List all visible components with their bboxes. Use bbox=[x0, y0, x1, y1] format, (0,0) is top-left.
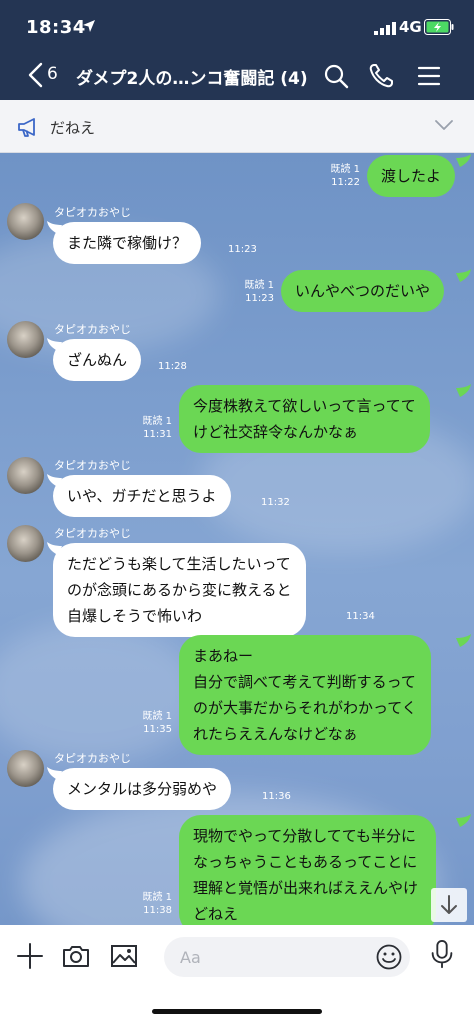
bubble-tail bbox=[47, 767, 62, 780]
bubble-tail bbox=[47, 221, 62, 234]
message-time: 11:38 bbox=[143, 905, 172, 916]
message-line: まあねー bbox=[193, 647, 254, 665]
message-meta: 既読 1 11:35 bbox=[142, 710, 172, 736]
read-receipt: 既読 1 bbox=[142, 711, 172, 722]
message-line: 理解と覚悟が出来ればええんやけ bbox=[193, 879, 419, 897]
message-time: 11:23 bbox=[228, 244, 257, 255]
sender-name: タピオカおやじ bbox=[54, 527, 131, 540]
avatar[interactable] bbox=[7, 525, 44, 562]
sender-name: タピオカおやじ bbox=[54, 323, 131, 336]
status-bar: 18:34 4G bbox=[0, 0, 474, 52]
chat-area[interactable]: 既読 1 11:22 渡したよ タピオカおやじ また隣で稼働け？ 11:23 既… bbox=[0, 153, 474, 925]
message-line: れたらええんなけどなぁ bbox=[193, 725, 358, 743]
megaphone-icon bbox=[18, 118, 35, 137]
location-arrow-icon bbox=[83, 20, 95, 32]
message-line: いや、ガチだと思うよ bbox=[67, 487, 217, 505]
message-line: 自爆しそうで怖いわ bbox=[67, 607, 203, 625]
message-line: なっちゃうこともあるってことに bbox=[193, 853, 418, 871]
avatar[interactable] bbox=[7, 203, 44, 240]
camera-icon[interactable] bbox=[61, 941, 91, 971]
message-meta: 既読 1 11:22 bbox=[330, 163, 360, 189]
network-type: 4G bbox=[399, 18, 422, 36]
bubble-tail bbox=[456, 154, 471, 167]
announcement-text: だねえ bbox=[50, 119, 96, 137]
input-bar bbox=[0, 925, 474, 1024]
avatar[interactable] bbox=[7, 321, 44, 358]
message-bubble-theirs[interactable]: ただどうも楽して生活したいって のが念頭にあるから変に教えると 自爆しそうで怖い… bbox=[53, 543, 306, 637]
message-line: 今度株教えて欲しいって言ってて bbox=[193, 397, 416, 415]
message-line: のが大事だからそれがわかってく bbox=[193, 699, 417, 717]
image-icon[interactable] bbox=[109, 941, 139, 971]
bubble-tail bbox=[47, 338, 62, 351]
phone-icon[interactable] bbox=[367, 62, 395, 90]
sender-name: タピオカおやじ bbox=[54, 752, 131, 765]
message-bubble-theirs[interactable]: メンタルは多分弱めや bbox=[53, 768, 232, 810]
message-time: 11:22 bbox=[331, 177, 360, 188]
message-line: いんやべつのだいや bbox=[295, 282, 431, 300]
arrow-down-icon bbox=[441, 895, 457, 914]
message-meta: 既読 1 11:23 bbox=[244, 279, 274, 305]
bubble-tail bbox=[456, 814, 471, 827]
message-time: 11:31 bbox=[143, 429, 172, 440]
message-line: どねえ bbox=[193, 905, 239, 923]
unread-count[interactable]: 6 bbox=[47, 64, 58, 84]
message-bubble-mine[interactable]: まあねー 自分で調べて考えて判断するって のが大事だからそれがわかってく れたら… bbox=[179, 635, 431, 755]
mic-icon[interactable] bbox=[427, 939, 457, 969]
bubble-tail bbox=[47, 474, 62, 487]
avatar[interactable] bbox=[7, 457, 44, 494]
message-bubble-mine[interactable]: 今度株教えて欲しいって言ってて けど社交辞令なんかなぁ bbox=[179, 385, 430, 453]
plus-icon[interactable] bbox=[15, 941, 45, 971]
background-cloud bbox=[0, 623, 200, 763]
message-time: 11:28 bbox=[158, 361, 187, 372]
read-receipt: 既読 1 bbox=[142, 416, 172, 427]
back-icon[interactable] bbox=[26, 62, 44, 88]
message-input[interactable] bbox=[164, 937, 410, 977]
sender-name: タピオカおやじ bbox=[54, 459, 131, 472]
message-line: ただどうも楽して生活したいって bbox=[67, 555, 291, 573]
chevron-down-icon[interactable] bbox=[434, 118, 454, 132]
message-line: ざんぬん bbox=[67, 351, 128, 369]
message-bubble-mine[interactable]: 渡したよ bbox=[367, 155, 456, 197]
message-bubble-theirs[interactable]: いや、ガチだと思うよ bbox=[53, 475, 231, 517]
read-receipt: 既読 1 bbox=[142, 892, 172, 903]
status-time: 18:34 bbox=[26, 17, 86, 38]
sender-name: タピオカおやじ bbox=[54, 206, 131, 219]
message-line: 渡したよ bbox=[381, 167, 442, 185]
nav-bar: 6 ダメプ2人の…ンコ奮闘記 (4) bbox=[0, 52, 474, 100]
search-icon[interactable] bbox=[322, 62, 350, 90]
message-time: 11:36 bbox=[262, 791, 291, 802]
message-line: 現物でやって分散してても半分に bbox=[193, 827, 417, 845]
message-bubble-mine[interactable]: 現物でやって分散してても半分に なっちゃうこともあるってことに 理解と覚悟が出来… bbox=[179, 815, 437, 925]
message-time: 11:34 bbox=[346, 611, 375, 622]
bubble-tail bbox=[456, 384, 471, 397]
message-time: 11:23 bbox=[245, 293, 274, 304]
message-meta: 既読 1 11:31 bbox=[142, 415, 172, 441]
home-indicator[interactable] bbox=[152, 1009, 322, 1014]
battery-icon bbox=[424, 19, 454, 35]
message-line: けど社交辞令なんかなぁ bbox=[193, 423, 359, 441]
message-line: 自分で調べて考えて判断するって bbox=[193, 673, 416, 691]
message-line: のが念頭にあるから変に教えると bbox=[67, 581, 292, 599]
announcement-bar[interactable]: だねえ bbox=[0, 100, 474, 153]
bubble-tail bbox=[456, 634, 471, 647]
message-time: 11:35 bbox=[143, 724, 172, 735]
avatar[interactable] bbox=[7, 750, 44, 787]
bubble-tail bbox=[47, 542, 62, 555]
message-time: 11:32 bbox=[261, 497, 290, 508]
emoji-icon[interactable] bbox=[375, 943, 403, 971]
bubble-tail bbox=[456, 269, 471, 282]
chat-title[interactable]: ダメプ2人の…ンコ奮闘記 (4) bbox=[76, 64, 308, 89]
message-line: また隣で稼働け？ bbox=[67, 234, 188, 252]
chat-header: 18:34 4G 6 ダメプ2人の…ンコ奮闘記 (4) bbox=[0, 0, 474, 100]
read-receipt: 既読 1 bbox=[244, 280, 274, 291]
signal-icon bbox=[374, 22, 396, 35]
message-bubble-theirs[interactable]: ざんぬん bbox=[53, 339, 142, 381]
message-bubble-theirs[interactable]: また隣で稼働け？ bbox=[53, 222, 202, 264]
message-bubble-mine[interactable]: いんやべつのだいや bbox=[281, 270, 445, 312]
menu-icon[interactable] bbox=[415, 62, 443, 90]
message-line: メンタルは多分弱めや bbox=[67, 780, 218, 798]
scroll-to-bottom-button[interactable] bbox=[431, 888, 467, 922]
message-meta: 既読 1 11:38 bbox=[142, 891, 172, 917]
read-receipt: 既読 1 bbox=[330, 164, 360, 175]
